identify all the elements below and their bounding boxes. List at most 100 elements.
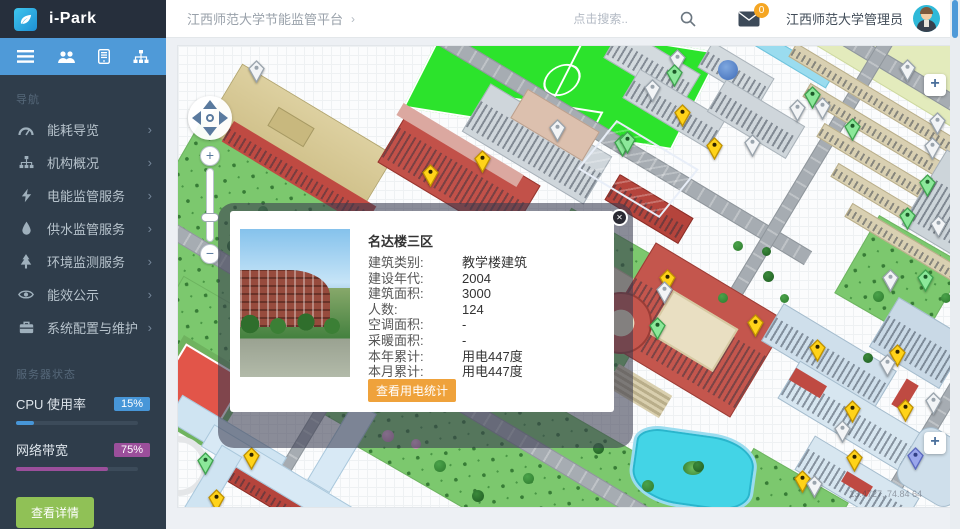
notification-badge: 0 [754,3,769,18]
sidebar-item-system-config[interactable]: 系统配置与维护 › [0,311,166,344]
map-pin-green[interactable] [917,269,934,297]
map-pin-green[interactable] [899,207,916,235]
view-details-button[interactable]: 查看详情 [16,497,94,528]
nav-section-label: 导航 [0,75,166,113]
campus-map[interactable]: + − + + 13.4727, 74.84 64 ✕ 名达楼三区 建筑类别:教… [178,46,950,507]
map-pin-white[interactable] [882,269,899,297]
map-pin-green[interactable] [619,131,636,159]
detail-row: 采暖面积:- [368,333,606,349]
map-pin-white[interactable] [929,112,946,140]
map-pin-green[interactable] [649,317,666,345]
sitemap-icon [18,155,34,171]
device-icon[interactable] [98,49,110,64]
breadcrumb[interactable]: 江西师范大学节能监管平台 › [187,9,355,28]
app-title: i-Park [49,10,96,28]
breadcrumb-arrow-icon: › [351,12,355,26]
sidebar-item-label: 供水监管服务 [47,219,148,238]
menu-icon[interactable] [17,50,34,63]
scrollbar-track[interactable] [950,0,960,529]
map-pan-control[interactable] [188,96,232,140]
map-pin-yellow[interactable] [747,314,764,342]
bandwidth-label: 网络带宽 [16,440,68,459]
map-pin-white[interactable] [644,79,661,107]
sidebar-item-label: 系统配置与维护 [47,318,148,337]
map-pin-white[interactable] [806,475,823,503]
map-pin-yellow[interactable] [474,150,491,178]
chevron-right-icon: › [148,122,152,137]
map-pin-white[interactable] [834,420,851,448]
map-pin-white[interactable] [814,97,831,125]
sidebar-item-label: 能耗导览 [47,120,148,139]
leaf-logo-icon [14,8,37,31]
user-name[interactable]: 江西师范大学管理员 [786,9,903,28]
panel-expand-button-top[interactable]: + [924,74,946,96]
search-input[interactable]: 点击搜索.. [573,10,628,27]
map-pin-white[interactable] [924,137,941,165]
detail-row: 建筑面积:3000 [368,286,606,302]
map-pin-yellow[interactable] [809,339,826,367]
pan-down-arrow[interactable] [203,127,217,136]
map-pin-white[interactable] [248,60,265,88]
users-icon[interactable] [57,50,76,64]
sidebar-item-label: 机构概况 [47,153,148,172]
map-pin-green[interactable] [197,452,214,480]
sidebar-item-efficiency-publicity[interactable]: 能效公示 › [0,278,166,311]
map-pin-yellow[interactable] [706,137,723,165]
cpu-usage-label: CPU 使用率 [16,394,86,413]
map-pin-white[interactable] [744,134,761,162]
map-pin-white[interactable] [656,281,673,309]
pan-up-arrow[interactable] [203,100,217,109]
bandwidth-progress-fill [16,467,108,471]
map-pin-white[interactable] [930,215,947,243]
map-pin-green[interactable] [666,64,683,92]
sidebar-item-environment[interactable]: 环境监测服务 › [0,245,166,278]
map-pin-yellow[interactable] [208,489,225,507]
breadcrumb-text: 江西师范大学节能监管平台 [187,9,343,28]
chevron-right-icon: › [148,155,152,170]
view-electricity-stats-button[interactable]: 查看用电统计 [368,379,456,402]
map-pin-green[interactable] [919,174,936,202]
panel-expand-button-bottom[interactable]: + [924,432,946,454]
map-pin-white[interactable] [879,354,896,382]
map-pin-green[interactable] [844,118,861,146]
sidebar-item-label: 电能监管服务 [47,186,148,205]
pan-center-dot[interactable] [206,114,214,122]
map-pin-yellow[interactable] [243,447,260,475]
map-pin-yellow[interactable] [846,449,863,477]
chevron-right-icon: › [148,320,152,335]
sidebar-item-label: 能效公示 [47,285,148,304]
map-pin-blue[interactable] [907,447,924,475]
scrollbar-thumb[interactable] [952,0,958,38]
logo-bar: i-Park [0,0,166,38]
map-pin-yellow[interactable] [422,164,439,192]
map-pin-yellow[interactable] [897,399,914,427]
map-pin-white[interactable] [789,99,806,127]
chevron-right-icon: › [148,254,152,269]
zoom-in-button[interactable]: + [200,146,220,166]
sitemap-icon[interactable] [133,50,149,64]
sidebar-item-org-overview[interactable]: 机构概况 › [0,146,166,179]
sidebar-item-water[interactable]: 供水监管服务 › [0,212,166,245]
pan-left-arrow[interactable] [192,111,201,125]
bandwidth-progress-track [16,467,138,471]
drop-icon [18,221,34,237]
chevron-right-icon: › [148,221,152,236]
sidebar-item-energy-overview[interactable]: 能耗导览 › [0,113,166,146]
map-pin-yellow[interactable] [674,104,691,132]
map-pin-white[interactable] [549,119,566,147]
mail-icon[interactable]: 0 [738,11,760,27]
avatar[interactable] [913,5,940,32]
eye-icon [18,287,34,303]
map-pin-white[interactable] [899,59,916,87]
bolt-icon [18,188,34,204]
sidebar-icon-bar [0,38,166,75]
map-pin-white[interactable] [925,392,942,420]
pan-right-arrow[interactable] [219,111,228,125]
search-icon[interactable] [680,11,696,27]
zoom-out-button[interactable]: − [200,244,220,264]
zoom-slider-track[interactable] [206,168,214,242]
detail-row: 本月累计:用电447度 [368,364,606,380]
zoom-slider-handle[interactable] [201,213,219,222]
sidebar-item-electricity[interactable]: 电能监管服务 › [0,179,166,212]
close-icon[interactable]: ✕ [611,209,628,226]
